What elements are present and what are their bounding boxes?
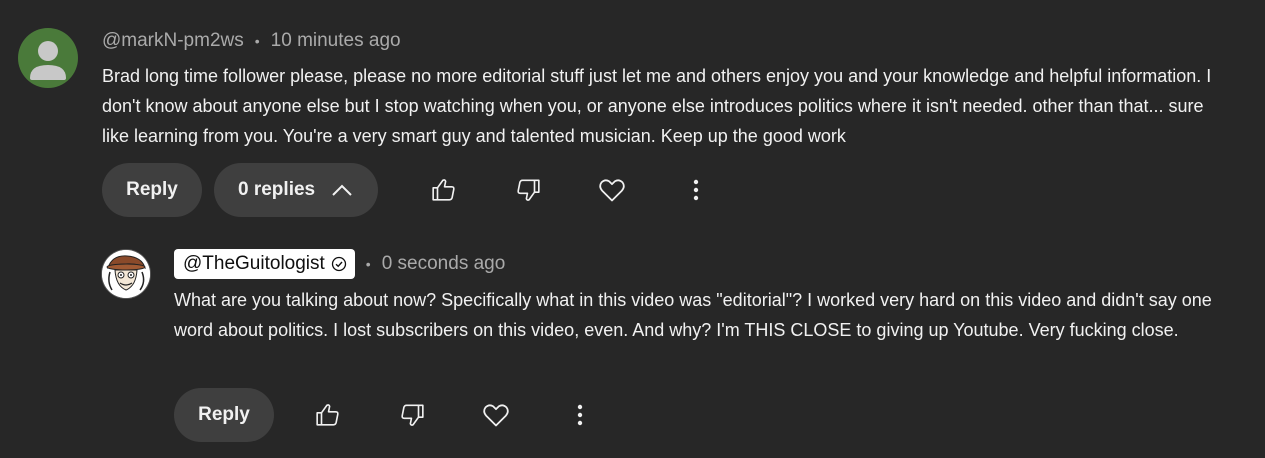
- replies-count: 0 replies: [238, 179, 316, 200]
- reply-dislike-button[interactable]: [392, 395, 432, 435]
- like-button[interactable]: [424, 170, 464, 210]
- reply-heart-button[interactable]: [476, 395, 516, 435]
- comment-author[interactable]: @markN-pm2ws: [102, 30, 244, 52]
- thumbs-down-icon: [401, 404, 424, 426]
- reply-button[interactable]: Reply: [102, 163, 202, 217]
- heart-button[interactable]: [592, 170, 632, 210]
- default-user-avatar-icon: [30, 41, 66, 80]
- comment-thread: @markN-pm2ws • 10 minutes ago Brad long …: [0, 0, 1265, 458]
- meta-separator: •: [254, 33, 260, 49]
- reply-author-avatar[interactable]: [102, 250, 150, 298]
- more-vert-icon: [577, 404, 583, 426]
- thumbs-down-icon: [517, 179, 540, 201]
- comment-meta: @markN-pm2ws • 10 minutes ago: [102, 28, 401, 54]
- comment-time[interactable]: 10 minutes ago: [271, 30, 401, 52]
- thumbs-up-icon: [432, 179, 455, 201]
- more-actions-button[interactable]: [676, 170, 716, 210]
- replies-toggle-button[interactable]: 0 replies: [214, 163, 378, 217]
- chevron-up-icon: [331, 183, 353, 197]
- commenter-avatar[interactable]: [18, 28, 78, 88]
- meta-separator: •: [365, 256, 371, 272]
- reply-author-chip[interactable]: @TheGuitologist: [174, 249, 355, 279]
- heart-icon: [599, 179, 625, 202]
- reply-more-actions-button[interactable]: [560, 395, 600, 435]
- dislike-button[interactable]: [508, 170, 548, 210]
- comment-text: Brad long time follower please, please n…: [102, 66, 1212, 146]
- heart-icon: [483, 404, 509, 427]
- verified-check-icon: [331, 256, 347, 272]
- reply-like-button[interactable]: [308, 395, 348, 435]
- thumbs-up-icon: [316, 404, 339, 426]
- more-vert-icon: [693, 179, 699, 201]
- reply-text: What are you talking about now? Specific…: [174, 290, 1212, 340]
- reply-meta: @TheGuitologist • 0 seconds ago: [174, 249, 505, 279]
- reply-author: @TheGuitologist: [183, 253, 325, 274]
- reply-reply-button[interactable]: Reply: [174, 388, 274, 442]
- reply-time[interactable]: 0 seconds ago: [382, 253, 506, 275]
- cartoon-guitarist-avatar-icon: [102, 250, 150, 298]
